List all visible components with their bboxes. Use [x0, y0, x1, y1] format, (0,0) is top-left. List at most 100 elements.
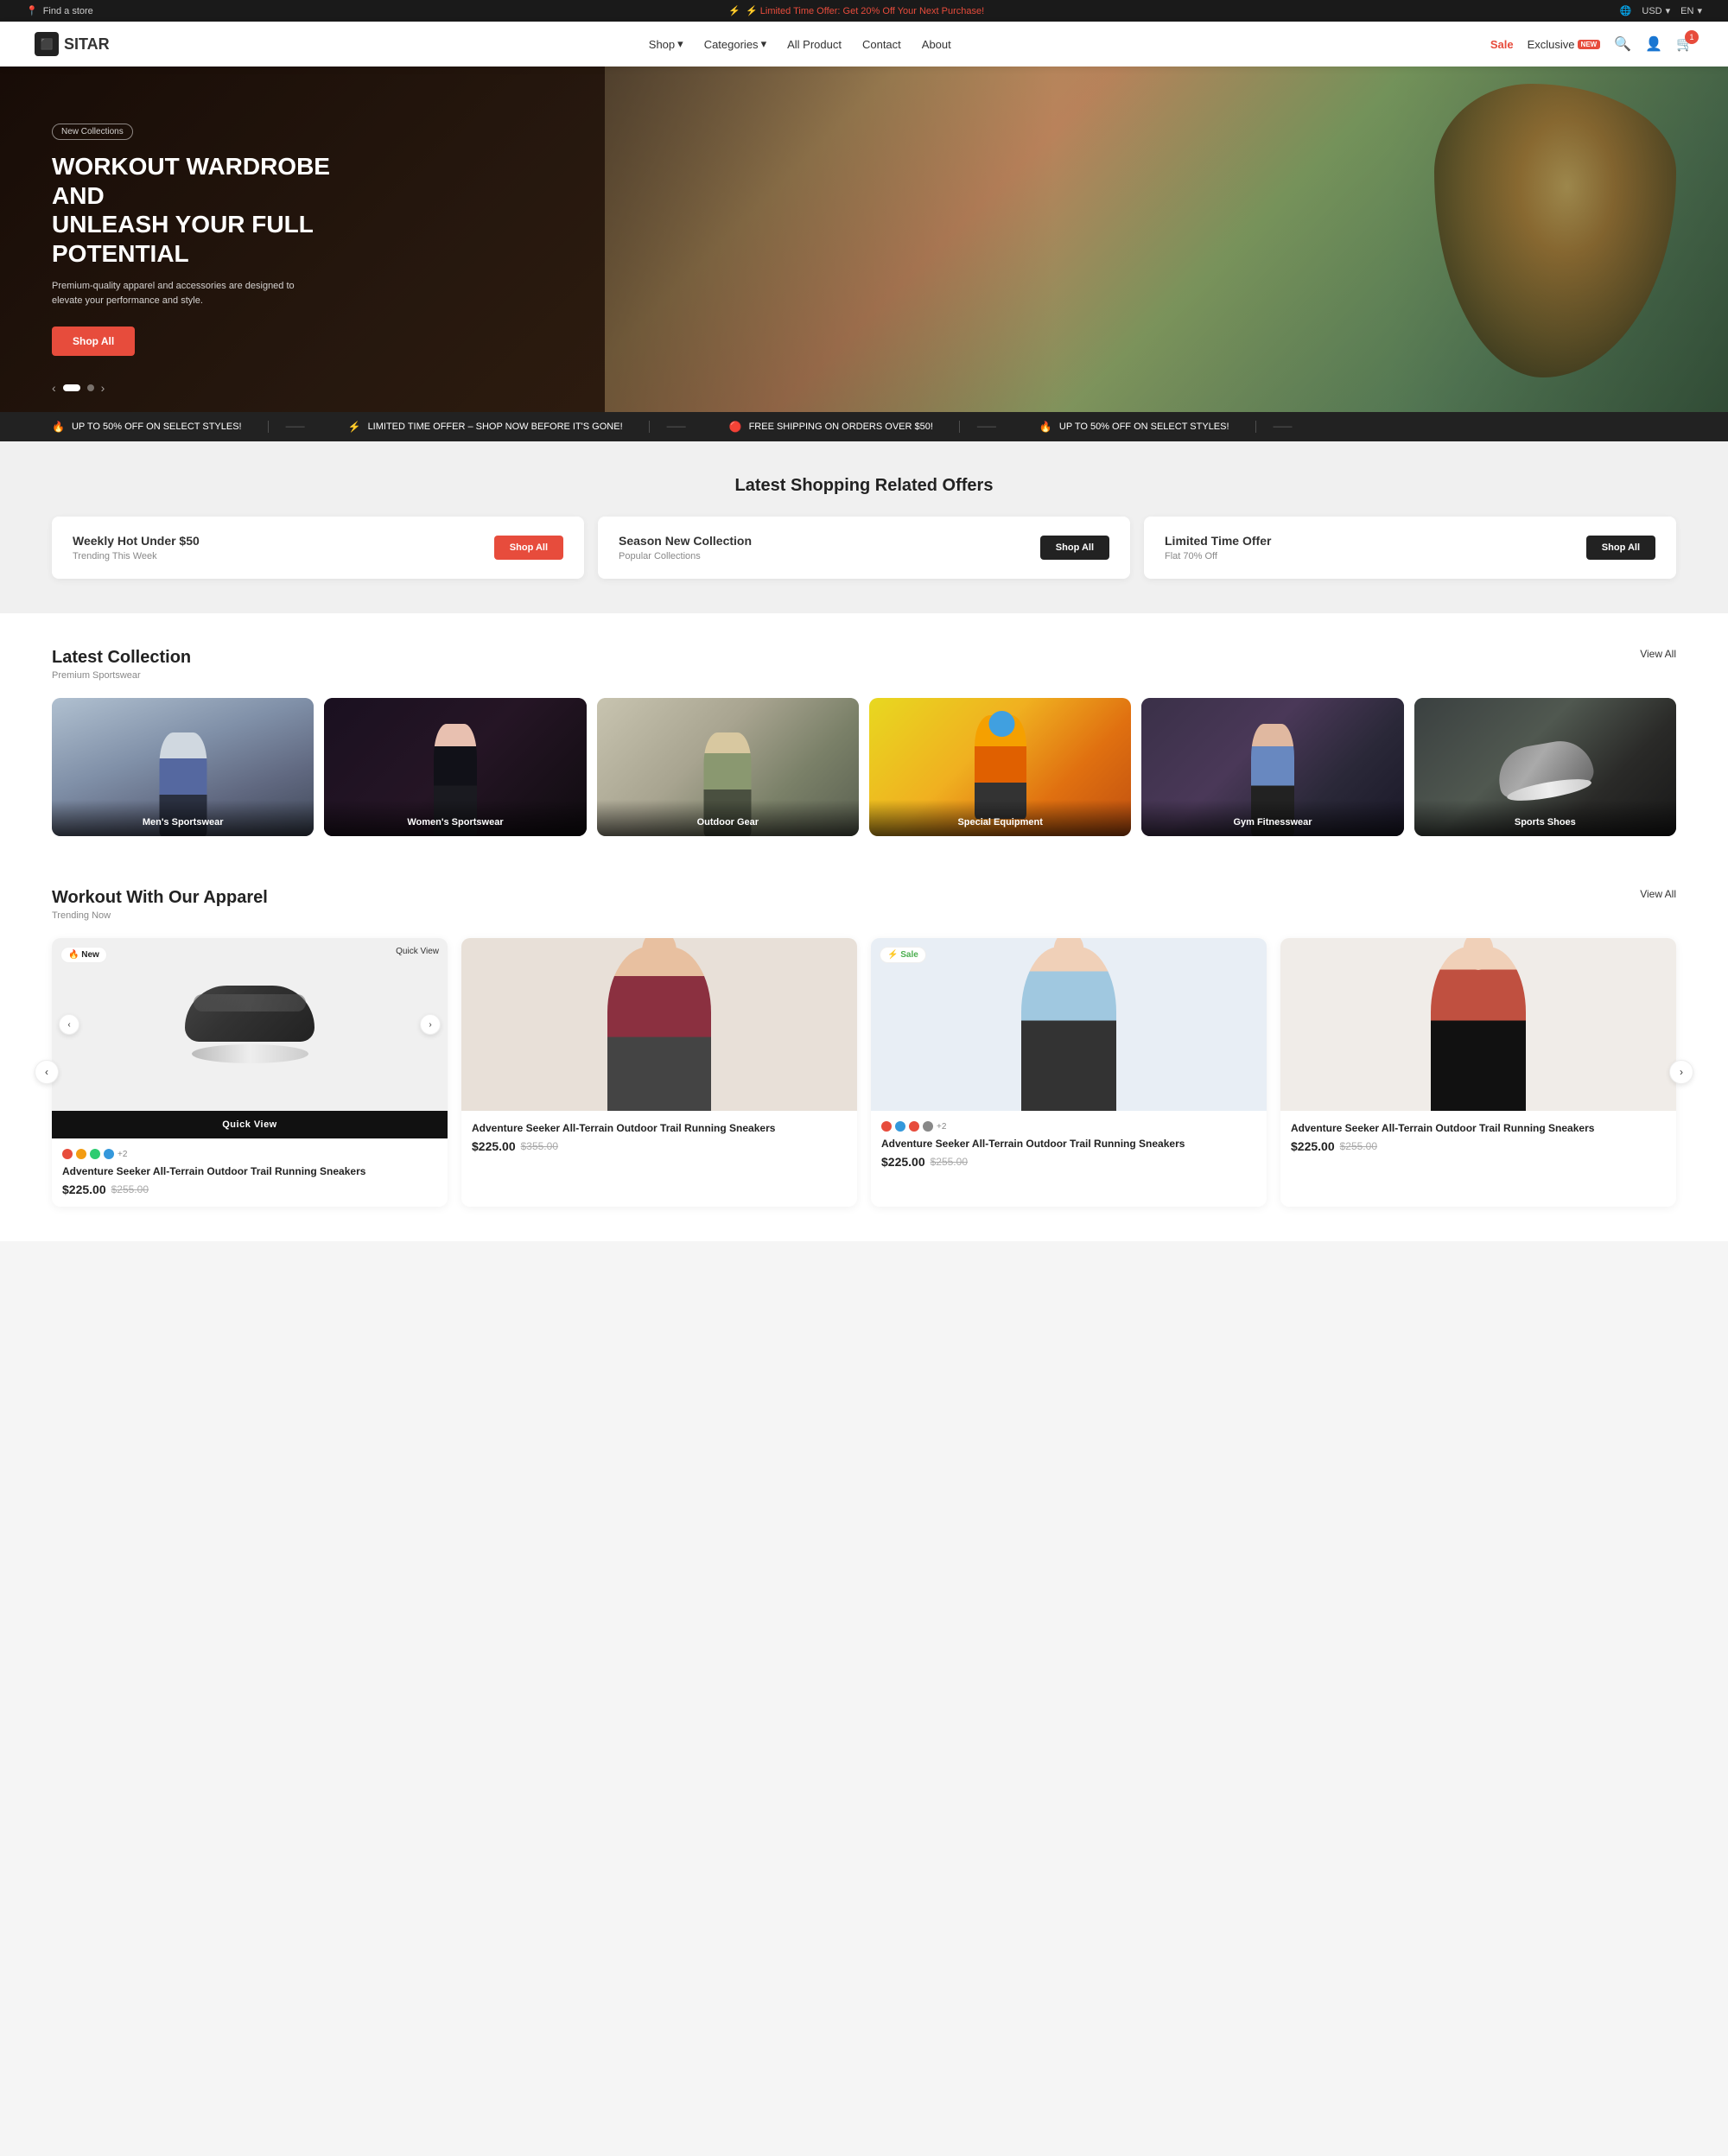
shoe-card-prev[interactable]: ‹: [59, 1014, 79, 1035]
ticker-text-4: UP TO 50% OFF ON SELECT STYLES!: [1059, 422, 1229, 432]
nav-shop-chevron: ▾: [677, 37, 683, 51]
product-price-2: $225.00 $355.00: [472, 1139, 847, 1153]
products-prev-arrow[interactable]: ‹: [35, 1060, 59, 1084]
header-right: Sale Exclusive NEW 🔍 👤 🛒 1: [1490, 35, 1693, 53]
nav-shop[interactable]: Shop ▾: [649, 37, 683, 51]
color-dot-red-3[interactable]: [881, 1121, 892, 1132]
top-bar-right[interactable]: 🌐 USD ▾ EN ▾: [1620, 5, 1702, 16]
flag-icon: 🌐: [1620, 5, 1632, 16]
collection-section-header: Latest Collection Premium Sportswear Vie…: [52, 648, 1676, 681]
product-img-area-2: [461, 938, 857, 1111]
product-price-current-4: $225.00: [1291, 1139, 1335, 1153]
hero-description: Premium-quality apparel and accessories …: [52, 279, 311, 309]
category-mens-label: Men's Sportswear: [52, 800, 314, 836]
hero-nav: ‹ ›: [52, 381, 105, 395]
hero-badge: New Collections: [52, 124, 133, 140]
offer-card-3-title: Limited Time Offer: [1165, 534, 1271, 548]
nav-all-product[interactable]: All Product: [787, 38, 842, 51]
category-shoes-label: Sports Shoes: [1414, 800, 1676, 836]
product-price-4: $225.00 $255.00: [1291, 1139, 1666, 1153]
offer-card-2-text: Season New Collection Popular Collection…: [619, 534, 752, 561]
nav-contact-label: Contact: [862, 38, 901, 51]
color-dot-blue[interactable]: [104, 1149, 114, 1159]
color-dot-orange[interactable]: [76, 1149, 86, 1159]
hero-next-arrow[interactable]: ›: [101, 381, 105, 395]
color-dot-blue-3[interactable]: [895, 1121, 905, 1132]
account-button[interactable]: 👤: [1645, 35, 1662, 53]
product-card-2: Adventure Seeker All-Terrain Outdoor Tra…: [461, 938, 857, 1207]
category-gym-label: Gym Fitnesswear: [1141, 800, 1403, 836]
category-outdoor-gear[interactable]: Outdoor Gear: [597, 698, 859, 836]
category-gym-fitnesswear[interactable]: Gym Fitnesswear: [1141, 698, 1403, 836]
nav-shop-label: Shop: [649, 38, 675, 51]
hero-section: New Collections WORKOUT WARDROBE ANDUNLE…: [0, 67, 1728, 412]
nav-contact[interactable]: Contact: [862, 38, 901, 51]
cart-button[interactable]: 🛒 1: [1676, 35, 1693, 53]
product-price-old-2: $355.00: [521, 1140, 558, 1152]
header: ⬛ SITAR Shop ▾ Categories ▾ All Product …: [0, 22, 1728, 67]
nav-categories-chevron: ▾: [761, 37, 767, 51]
category-womens-sportswear[interactable]: Women's Sportswear: [324, 698, 586, 836]
hero-dot-2[interactable]: [87, 384, 94, 391]
hero-title: WORKOUT WARDROBE ANDUNLEASH YOUR FULL PO…: [52, 152, 380, 268]
language-chevron: ▾: [1697, 5, 1702, 16]
category-special-equipment[interactable]: Special Equipment: [869, 698, 1131, 836]
exclusive-label: Exclusive: [1528, 38, 1575, 51]
hero-prev-arrow[interactable]: ‹: [52, 381, 56, 395]
offer-card-2-subtitle: Popular Collections: [619, 551, 752, 561]
currency-selector[interactable]: USD ▾: [1642, 5, 1670, 16]
workout-title: Workout With Our Apparel: [52, 888, 268, 908]
category-sports-shoes[interactable]: Sports Shoes: [1414, 698, 1676, 836]
product-name-4: Adventure Seeker All-Terrain Outdoor Tra…: [1291, 1121, 1666, 1136]
nav-about[interactable]: About: [922, 38, 951, 51]
product-quick-view-link-1[interactable]: Quick View: [396, 947, 439, 956]
product-badge-new-1: 🔥 New: [60, 947, 107, 963]
product-price-current-2: $225.00: [472, 1139, 516, 1153]
ticker-icon-1: 🔥: [52, 421, 65, 433]
product-info-2: Adventure Seeker All-Terrain Outdoor Tra…: [461, 1111, 857, 1164]
ticker-icon-3: 🔴: [729, 421, 742, 433]
find-store-text[interactable]: Find a store: [43, 6, 93, 16]
product-name-3: Adventure Seeker All-Terrain Outdoor Tra…: [881, 1137, 1256, 1151]
offer-card-2-btn[interactable]: Shop All: [1040, 536, 1109, 560]
shoe-card-next[interactable]: ›: [420, 1014, 441, 1035]
product-img-area-3: ⚡ Sale: [871, 938, 1267, 1111]
workout-section-titles: Workout With Our Apparel Trending Now: [52, 888, 268, 921]
color-dot-red[interactable]: [62, 1149, 73, 1159]
hero-dot-active[interactable]: [63, 384, 80, 391]
offer-card-1-btn[interactable]: Shop All: [494, 536, 563, 560]
product-price-old-4: $255.00: [1340, 1140, 1377, 1152]
collection-view-all[interactable]: View All: [1640, 648, 1676, 660]
workout-view-all[interactable]: View All: [1640, 888, 1676, 900]
ticker-text-1: UP TO 50% OFF ON SELECT STYLES!: [72, 422, 242, 432]
product-card-1: 🔥 New Quick View ‹ › Quick View: [52, 938, 448, 1207]
language-selector[interactable]: EN ▾: [1680, 5, 1702, 16]
color-dot-red2-3[interactable]: [909, 1121, 919, 1132]
ticker-sep-1: ——: [286, 422, 305, 432]
logo[interactable]: ⬛ SITAR: [35, 32, 110, 56]
color-dot-green[interactable]: [90, 1149, 100, 1159]
logo-icon: ⬛: [35, 32, 59, 56]
category-special-label: Special Equipment: [869, 800, 1131, 836]
sale-link[interactable]: Sale: [1490, 38, 1514, 51]
product-shoe-image-1: [185, 986, 314, 1063]
exclusive-link[interactable]: Exclusive NEW: [1528, 38, 1601, 51]
ticker-bar: 🔥 UP TO 50% OFF ON SELECT STYLES! —— ⚡ L…: [0, 412, 1728, 441]
currency-chevron: ▾: [1666, 5, 1671, 16]
offer-card-3-btn[interactable]: Shop All: [1586, 536, 1655, 560]
hero-content: New Collections WORKOUT WARDROBE ANDUNLE…: [0, 123, 432, 356]
logo-text: SITAR: [64, 35, 110, 54]
category-mens-sportswear[interactable]: Men's Sportswear: [52, 698, 314, 836]
ticker-item-1: 🔥 UP TO 50% OFF ON SELECT STYLES!: [26, 421, 269, 433]
hero-cta-button[interactable]: Shop All: [52, 327, 135, 356]
nav-categories[interactable]: Categories ▾: [704, 37, 766, 51]
ticker-sep-2: ——: [667, 422, 686, 432]
products-next-arrow[interactable]: ›: [1669, 1060, 1693, 1084]
product-quick-view-btn-1[interactable]: Quick View: [52, 1111, 448, 1138]
ticker-sep-4: ——: [1274, 422, 1293, 432]
color-dot-gray-3[interactable]: [923, 1121, 933, 1132]
product-colors-1: +2: [62, 1149, 437, 1159]
product-card-4: Adventure Seeker All-Terrain Outdoor Tra…: [1280, 938, 1676, 1207]
color-more-3: +2: [937, 1122, 946, 1132]
search-button[interactable]: 🔍: [1614, 35, 1631, 53]
